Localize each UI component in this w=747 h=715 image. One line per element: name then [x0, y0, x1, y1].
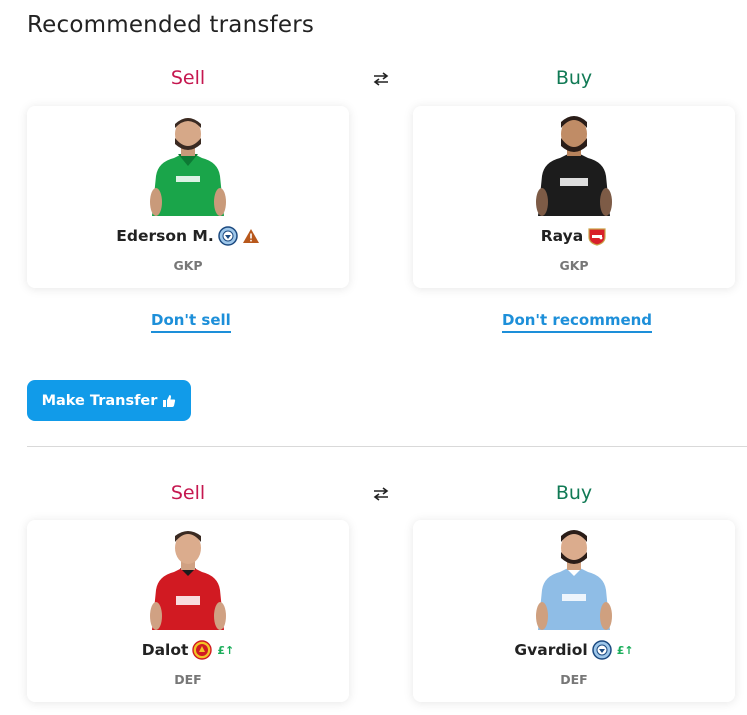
- recommended-transfers-panel: Recommended transfers Sell Buy Ederson M…: [0, 0, 747, 715]
- arsenal-crest-icon: [588, 228, 606, 246]
- player-name: Gvardiol: [514, 641, 588, 659]
- player-name-row: Gvardiol £↑: [413, 640, 735, 660]
- player-position: DEF: [560, 672, 588, 687]
- swap-arrows-icon: [373, 72, 389, 86]
- player-name: Raya: [540, 227, 584, 245]
- thumbs-up-icon: [163, 394, 176, 407]
- man-city-crest-icon: [217, 226, 238, 246]
- player-photo: [536, 530, 612, 630]
- player-photo: [150, 118, 226, 216]
- dont-recommend-link[interactable]: Don't recommend: [502, 311, 653, 333]
- price-rise-indicator: £↑: [616, 643, 634, 657]
- sell-heading: Sell: [170, 67, 206, 89]
- price-rise-indicator: £↑: [217, 643, 235, 657]
- player-position: GKP: [559, 258, 589, 273]
- sell-player-card[interactable]: Dalot £↑ DEF: [27, 520, 349, 702]
- player-name-row: Dalot £↑: [27, 640, 349, 660]
- man-utd-crest-icon: [192, 640, 213, 660]
- player-name-row: Ederson M.: [27, 226, 349, 246]
- sell-heading: Sell: [170, 482, 206, 504]
- sell-player-card[interactable]: Ederson M. GKP: [27, 106, 349, 288]
- section-divider: [27, 446, 747, 447]
- buy-heading: Buy: [555, 482, 593, 504]
- page-title: Recommended transfers: [27, 12, 315, 38]
- buy-player-card[interactable]: Raya GKP: [413, 106, 735, 288]
- man-city-crest-icon: [591, 640, 612, 660]
- buy-player-card[interactable]: Gvardiol £↑ DEF: [413, 520, 735, 702]
- player-name: Ederson M.: [116, 227, 214, 245]
- buy-heading: Buy: [555, 67, 593, 89]
- dont-sell-link[interactable]: Don't sell: [151, 311, 231, 333]
- player-name: Dalot: [141, 641, 189, 659]
- player-name-row: Raya: [413, 226, 735, 246]
- player-photo: [150, 531, 226, 630]
- make-transfer-label: Make Transfer: [41, 392, 158, 409]
- player-position: GKP: [173, 258, 203, 273]
- warning-icon[interactable]: [242, 228, 260, 244]
- player-position: DEF: [174, 672, 202, 687]
- player-photo: [536, 116, 612, 216]
- swap-arrows-icon: [373, 487, 389, 501]
- make-transfer-button[interactable]: Make Transfer: [27, 380, 191, 421]
